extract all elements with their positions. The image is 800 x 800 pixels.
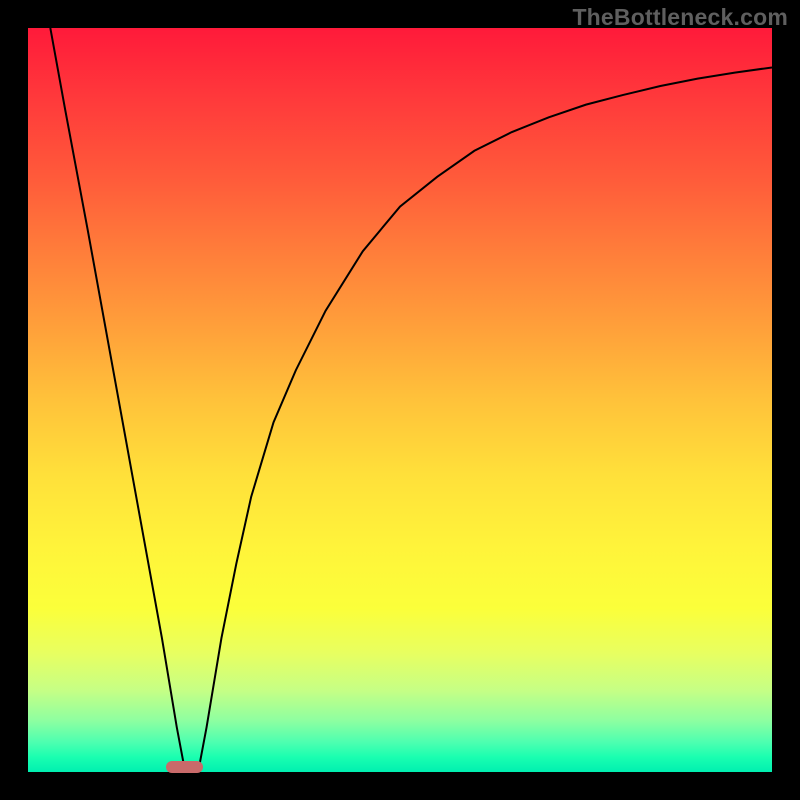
bottleneck-curve bbox=[50, 28, 772, 768]
optimum-marker bbox=[166, 761, 203, 773]
chart-plot-area bbox=[28, 28, 772, 772]
chart-frame: TheBottleneck.com bbox=[0, 0, 800, 800]
watermark-text: TheBottleneck.com bbox=[572, 4, 788, 31]
chart-curve-svg bbox=[28, 28, 772, 772]
